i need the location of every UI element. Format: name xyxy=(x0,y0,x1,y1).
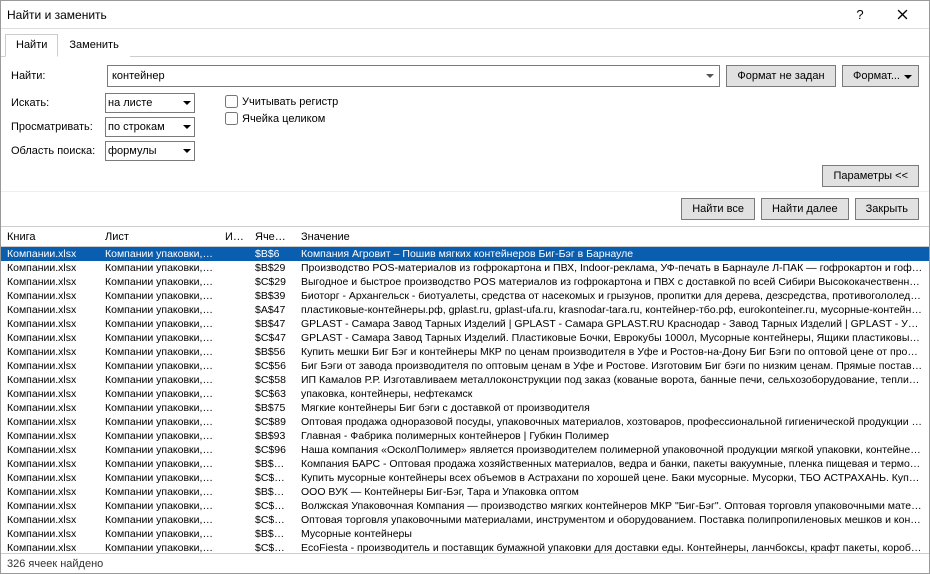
action-row: Найти все Найти далее Закрыть xyxy=(1,191,929,226)
format-button[interactable]: Формат... xyxy=(842,65,919,87)
cell-name xyxy=(219,448,249,452)
result-row[interactable]: Компании.xlsxКомпании упаковки, тары $C$2… xyxy=(1,541,929,553)
cell-name xyxy=(219,252,249,256)
cell-name xyxy=(219,294,249,298)
results-body[interactable]: Компании.xlsxКомпании упаковки, тары$B$6… xyxy=(1,247,929,553)
col-sheet-header[interactable]: Лист xyxy=(99,229,219,245)
cell-name xyxy=(219,518,249,522)
results-pane: Книга Лист Имя Ячейка Значение Компании.… xyxy=(1,226,929,553)
find-input[interactable] xyxy=(107,65,720,87)
result-row[interactable]: Компании.xlsxКомпании упаковки, тары$C$2… xyxy=(1,275,929,289)
cell-name xyxy=(219,364,249,368)
result-row[interactable]: Компании.xlsxКомпании упаковки, тары$B$3… xyxy=(1,289,929,303)
result-row[interactable]: Компании.xlsxКомпании упаковки, тары$C$5… xyxy=(1,359,929,373)
result-row[interactable]: Компании.xlsxКомпании упаковки, тары$B$9… xyxy=(1,429,929,443)
scope-label: Искать: xyxy=(11,97,101,109)
find-next-button[interactable]: Найти далее xyxy=(761,198,849,220)
cell-name xyxy=(219,532,249,536)
format-status[interactable]: Формат не задан xyxy=(726,65,836,87)
titlebar: Найти и заменить ? xyxy=(1,1,929,29)
cell-name xyxy=(219,504,249,508)
order-label: Просматривать: xyxy=(11,121,101,133)
cell-name xyxy=(219,462,249,466)
result-row[interactable]: Компании.xlsxКомпании упаковки, тары$C$1… xyxy=(1,513,929,527)
tabs: Найти Заменить xyxy=(1,29,929,57)
tab-replace[interactable]: Заменить xyxy=(58,34,129,57)
col-value-header[interactable]: Значение xyxy=(295,229,913,245)
status-text: 326 ячеек найдено xyxy=(7,558,103,570)
results-header: Книга Лист Имя Ячейка Значение xyxy=(1,227,929,247)
close-window-button[interactable] xyxy=(881,3,923,27)
form-area: Найти: Формат не задан Формат... Искать:… xyxy=(1,57,929,165)
result-row[interactable]: Компании.xlsxКомпании упаковки, тары$B$2… xyxy=(1,527,929,541)
cell-name xyxy=(219,280,249,284)
cell-name xyxy=(219,476,249,480)
result-row[interactable]: Компании.xlsxКомпании упаковки, тары$C$8… xyxy=(1,415,929,429)
result-row[interactable]: Компании.xlsxКомпании упаковки, тары$C$4… xyxy=(1,331,929,345)
cell-name xyxy=(219,350,249,354)
cell-sheet: Компании упаковки, тары xyxy=(99,540,219,553)
parameters-button[interactable]: Параметры << xyxy=(822,165,919,187)
result-row[interactable]: Компании.xlsxКомпании упаковки, тары$B$6… xyxy=(1,247,929,261)
statusbar: 326 ячеек найдено xyxy=(1,553,929,573)
lookin-select[interactable] xyxy=(105,141,195,161)
lookin-label: Область поиска: xyxy=(11,145,101,157)
cell-name xyxy=(219,490,249,494)
find-replace-dialog: Найти и заменить ? Найти Заменить Найти:… xyxy=(0,0,930,574)
result-row[interactable]: Компании.xlsxКомпании упаковки, тары$B$5… xyxy=(1,345,929,359)
cell-name xyxy=(219,266,249,270)
cell-value: EcoFiesta - производитель и поставщик бу… xyxy=(295,540,929,553)
cell-address: $C$232 xyxy=(249,540,295,553)
find-all-button[interactable]: Найти все xyxy=(681,198,755,220)
window-title: Найти и заменить xyxy=(7,8,839,22)
close-button[interactable]: Закрыть xyxy=(855,198,919,220)
col-name-header[interactable]: Имя xyxy=(219,229,249,245)
result-row[interactable]: Компании.xlsxКомпании упаковки, тары$B$4… xyxy=(1,317,929,331)
find-label: Найти: xyxy=(11,70,101,82)
result-row[interactable]: Компании.xlsxКомпании упаковки, тары$C$1… xyxy=(1,471,929,485)
cell-name xyxy=(219,378,249,382)
cell-name xyxy=(219,322,249,326)
cell-name xyxy=(219,420,249,424)
scope-select[interactable] xyxy=(105,93,195,113)
result-row[interactable]: Компании.xlsxКомпании упаковки, тары$B$1… xyxy=(1,457,929,471)
cell-name xyxy=(219,308,249,312)
cell-name xyxy=(219,434,249,438)
result-row[interactable]: Компании.xlsxКомпании упаковки, тары$A$4… xyxy=(1,303,929,317)
result-row[interactable]: Компании.xlsxКомпании упаковки, тары$C$6… xyxy=(1,387,929,401)
result-row[interactable]: Компании.xlsxКомпании упаковки, тары$B$1… xyxy=(1,485,929,499)
match-case-checkbox[interactable]: Учитывать регистр xyxy=(225,95,338,108)
match-whole-checkbox[interactable]: Ячейка целиком xyxy=(225,112,338,125)
cell-name xyxy=(219,406,249,410)
result-row[interactable]: Компании.xlsxКомпании упаковки, тары$B$2… xyxy=(1,261,929,275)
cell-name xyxy=(219,392,249,396)
cell-name xyxy=(219,546,249,550)
order-select[interactable] xyxy=(105,117,195,137)
result-row[interactable]: Компании.xlsxКомпании упаковки, тары$B$7… xyxy=(1,401,929,415)
cell-name xyxy=(219,336,249,340)
cell-book: Компании.xlsx xyxy=(1,540,99,553)
result-row[interactable]: Компании.xlsxКомпании упаковки, тары$C$9… xyxy=(1,443,929,457)
result-row[interactable]: Компании.xlsxКомпании упаковки, тары$C$1… xyxy=(1,499,929,513)
col-cell-header[interactable]: Ячейка xyxy=(249,229,295,245)
col-book-header[interactable]: Книга xyxy=(1,229,99,245)
result-row[interactable]: Компании.xlsxКомпании упаковки, тары$C$5… xyxy=(1,373,929,387)
tab-find[interactable]: Найти xyxy=(5,34,58,57)
help-button[interactable]: ? xyxy=(839,3,881,27)
